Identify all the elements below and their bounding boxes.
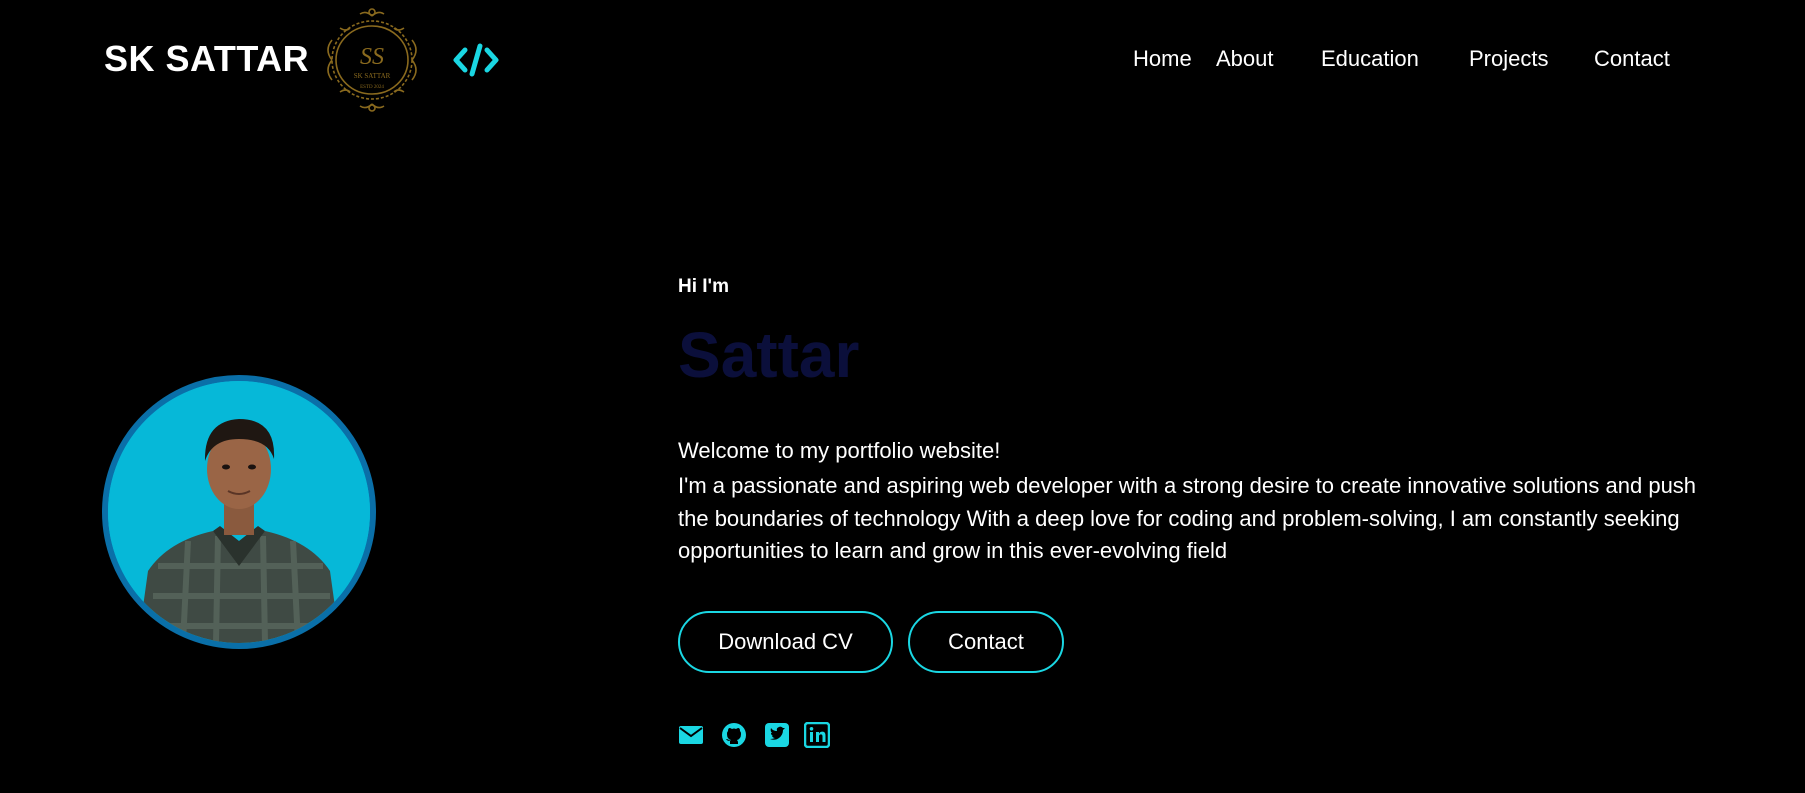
github-icon[interactable] xyxy=(721,722,747,748)
welcome-text: Welcome to my portfolio website! xyxy=(678,438,1001,463)
svg-text:ESTD 2024: ESTD 2024 xyxy=(360,85,384,90)
envelope-icon[interactable] xyxy=(678,722,704,748)
profile-avatar xyxy=(102,375,376,649)
bio-text: I'm a passionate and aspiring web develo… xyxy=(678,473,1697,563)
twitter-icon[interactable] xyxy=(764,722,790,748)
main-nav: Home About Education Projects Contact xyxy=(0,46,1805,78)
site-header: SK SATTAR SS SK SATTAR ESTD 2024 Home Ab… xyxy=(0,0,1805,120)
contact-button[interactable]: Contact xyxy=(908,611,1064,673)
hero-name: Sattar xyxy=(678,319,860,391)
nav-about[interactable]: About xyxy=(1216,46,1274,72)
nav-home[interactable]: Home xyxy=(1133,46,1192,72)
nav-contact[interactable]: Contact xyxy=(1594,46,1670,72)
linkedin-icon[interactable] xyxy=(803,721,831,749)
download-cv-button[interactable]: Download CV xyxy=(678,611,893,673)
nav-projects[interactable]: Projects xyxy=(1469,46,1548,72)
nav-education[interactable]: Education xyxy=(1321,46,1419,72)
greeting-text: Hi I'm xyxy=(678,276,729,297)
